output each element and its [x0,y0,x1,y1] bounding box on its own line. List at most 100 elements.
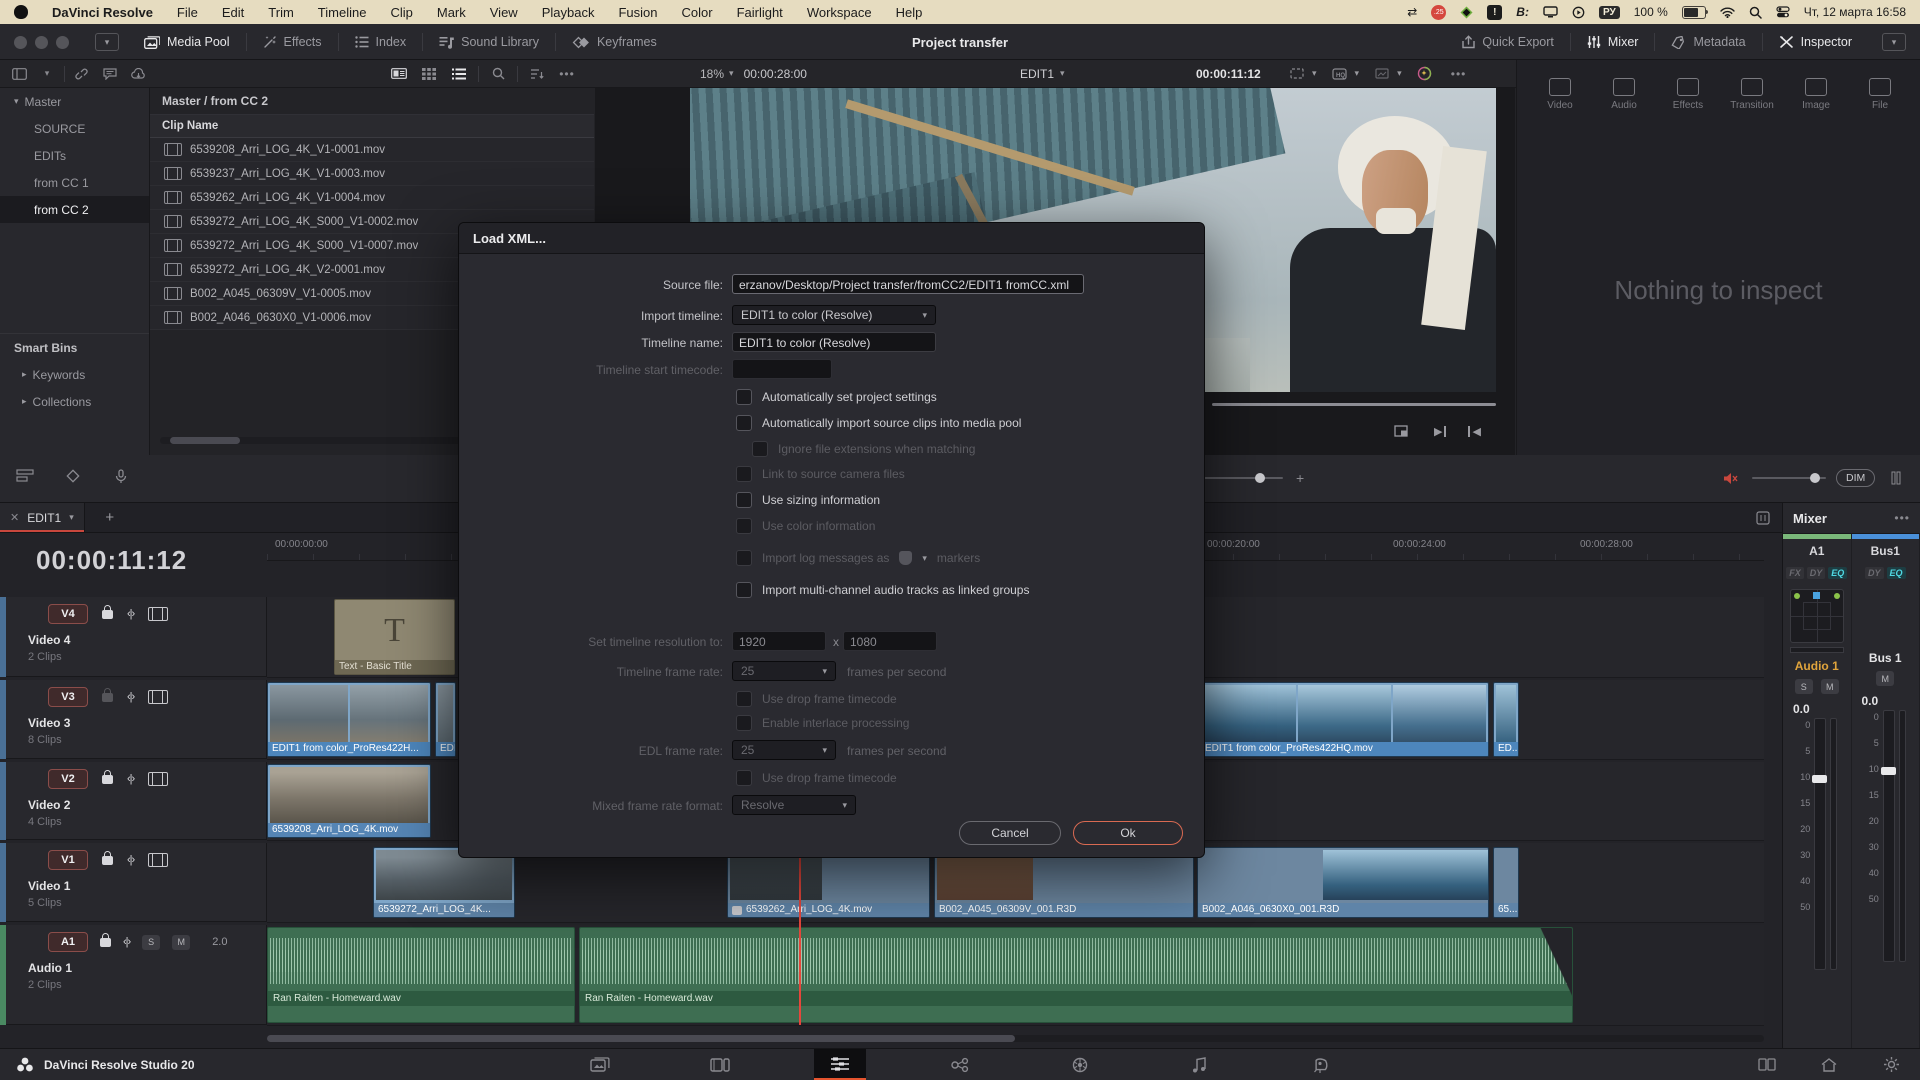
clip-comments-icon[interactable] [99,63,121,85]
auto-select-icon[interactable]: ‹|› [127,854,134,866]
list-view-icon[interactable] [448,63,470,85]
clip-row[interactable]: 6539262_Arri_LOG_4K_V1-0004.mov [150,186,594,210]
flag-marker-icon[interactable] [62,465,84,487]
timeline-clip[interactable]: EDI... [435,682,456,757]
auto-select-icon[interactable]: ‹|› [127,608,134,620]
media-search-icon[interactable] [487,63,509,85]
inspector-tab-effects[interactable]: Effects [1659,78,1717,111]
track-header-v1[interactable]: V1 ‹|› Video 1 5 Clips [0,843,267,922]
timeline-name-field[interactable]: EDIT1 to color (Resolve) [732,332,936,352]
checkbox-use-sizing-information[interactable]: Use sizing information [736,492,880,508]
timeline-clip[interactable]: EDIT1 from color_ProRes422H... [267,682,431,757]
voiceover-icon[interactable] [110,465,132,487]
dim-button[interactable]: DIM [1836,469,1875,487]
timeline-view-options-icon[interactable] [14,465,36,487]
quick-export-button[interactable]: Quick Export [1446,24,1570,60]
page-cut[interactable] [694,1049,746,1080]
window-options-dropdown[interactable]: ▾ [95,33,119,51]
sound-library-toggle[interactable]: Sound Library [423,24,555,60]
page-fusion[interactable] [934,1049,986,1080]
safe-area-dropdown[interactable]: ▾ [1286,63,1317,85]
checkbox-auto-set-project-settings[interactable]: Automatically set project settings [736,389,937,405]
menu-trim[interactable]: Trim [268,5,294,20]
page-edit[interactable] [814,1049,866,1080]
lock-icon[interactable] [102,856,113,865]
strip-name[interactable]: A1 [1809,539,1824,563]
disclosure-icon[interactable]: ▸ [22,369,27,380]
close-tab-icon[interactable]: ✕ [10,511,19,524]
timeline-selector-dropdown[interactable]: EDIT1▾ [1020,60,1065,87]
menu-timeline[interactable]: Timeline [318,5,367,20]
timeline-clip[interactable]: EDIT1 from color_ProRes422HQ.mov [1200,682,1489,757]
source-file-field[interactable]: erzanov/Desktop/Project transfer/fromCC2… [732,274,1084,294]
apple-menu-icon[interactable] [14,5,28,19]
menu-file[interactable]: File [177,5,198,20]
window-zoom-button[interactable] [56,36,69,49]
track-badge[interactable]: V2 [48,769,88,789]
timeline-clip[interactable]: 6539208_Arri_LOG_4K.mov [267,764,431,838]
track-header-a1[interactable]: A1 ‹|› S M 2.0 Audio 1 2 Clips [0,925,267,1025]
eq-button[interactable]: EQ [1887,567,1906,579]
bin-master[interactable]: ▾Master [0,88,149,115]
viewer-resize-icon[interactable] [1390,420,1412,442]
color-enhance-icon[interactable] [1414,63,1436,85]
lock-icon[interactable] [100,938,111,947]
metadata-toggle[interactable]: Metadata [1655,24,1761,60]
track-badge[interactable]: A1 [48,932,88,952]
wifi-icon[interactable] [1720,4,1735,20]
page-fairlight[interactable] [1174,1049,1226,1080]
input-language-indicator[interactable]: РУ [1599,6,1620,19]
window-minimize-button[interactable] [35,36,48,49]
frame-view-icon[interactable] [148,607,168,621]
lock-icon[interactable] [102,610,113,619]
monitor-volume-slider[interactable] [1752,477,1826,479]
checkbox-import-multichannel-audio[interactable]: Import multi-channel audio tracks as lin… [736,582,1029,598]
page-media[interactable] [574,1049,626,1080]
effects-toggle[interactable]: Effects [247,24,338,60]
meters-toggle-icon[interactable] [1885,467,1907,489]
alert-menu-icon[interactable]: ! [1487,5,1502,20]
disclosure-icon[interactable]: ▾ [14,96,19,107]
media-pool-toggle[interactable]: Media Pool [128,24,246,60]
grade-bypass-dropdown[interactable]: ▾ [1371,63,1402,85]
add-timeline-tab-button[interactable]: + [99,507,121,529]
timeline-start-timecode-field[interactable] [732,359,832,379]
index-toggle[interactable]: Index [339,24,423,60]
relink-media-icon[interactable] [71,63,93,85]
import-timeline-dropdown[interactable]: EDIT1 to color (Resolve)▾ [732,305,936,325]
cloud-download-icon[interactable] [127,63,149,85]
inspector-tab-file[interactable]: File [1851,78,1909,111]
keyframes-toggle[interactable]: Keyframes [556,24,673,60]
checkbox-auto-import-source-clips[interactable]: Automatically import source clips into m… [736,415,1021,431]
cancel-button[interactable]: Cancel [959,821,1061,845]
bin-edits[interactable]: EDITs [0,142,149,169]
project-manager-icon[interactable] [1818,1054,1840,1076]
timeline-audio-clip[interactable]: Ran Raiten - Homeward.wav [267,927,575,1023]
smart-bins-header[interactable]: Smart Bins [0,334,149,361]
timeline-hscrollbar[interactable] [267,1035,1764,1042]
thumbnail-view-icon[interactable] [418,63,440,85]
bin-from-cc2[interactable]: from CC 2 [0,196,149,223]
page-deliver[interactable] [1294,1049,1346,1080]
diamond-status-icon[interactable] [1460,4,1473,20]
solo-button[interactable]: S [142,935,160,950]
mute-button[interactable]: M [172,935,190,950]
auto-select-icon[interactable]: ‹|› [127,691,134,703]
track-badge[interactable]: V4 [48,604,88,624]
channel-fader[interactable] [1883,710,1895,962]
timeline-clip-text[interactable]: T Text - Basic Title [334,599,455,675]
track-badge[interactable]: V3 [48,687,88,707]
strip-name[interactable]: Bus1 [1871,539,1900,563]
inspector-tab-audio[interactable]: Audio [1595,78,1653,111]
notification-badge-icon[interactable]: .25 [1431,5,1446,20]
timeline-clip[interactable]: ED... [1493,682,1519,757]
track-header-v3[interactable]: V3 ‹|› Video 3 8 Clips [0,680,267,759]
dynamics-button[interactable]: DY [1865,567,1884,579]
screen-record-icon[interactable] [1572,4,1585,20]
auto-select-icon[interactable]: ‹|› [127,773,134,785]
fx-button[interactable]: FX [1786,567,1804,579]
prev-edit-icon[interactable]: ◀ [1468,425,1480,438]
tab-dropdown-icon[interactable]: ▾ [69,512,74,523]
menu-mark[interactable]: Mark [437,5,466,20]
sort-order-icon[interactable] [526,63,548,85]
